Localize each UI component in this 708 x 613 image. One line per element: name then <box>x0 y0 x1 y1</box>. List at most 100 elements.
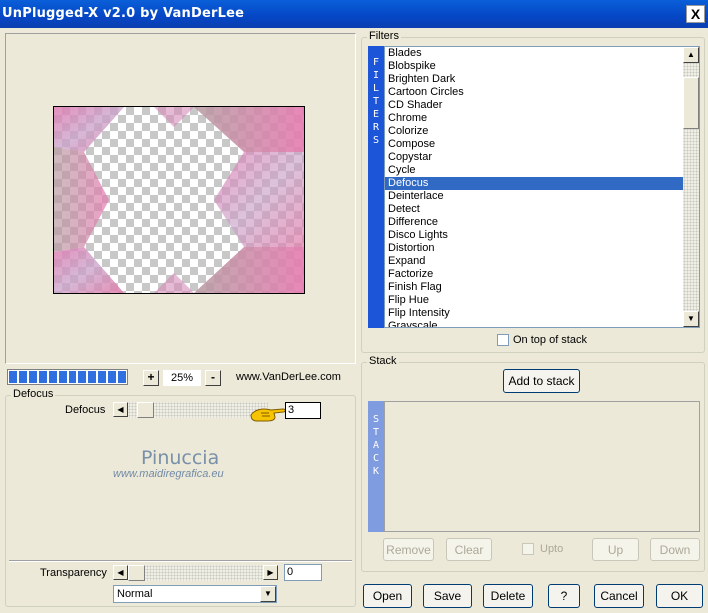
filters-side-label: FILTERS <box>368 46 384 147</box>
strip-letter: K <box>372 466 380 477</box>
delete-button[interactable]: Delete <box>483 584 533 608</box>
strip-letter: T <box>372 427 380 438</box>
website-link[interactable]: www.VanDerLee.com <box>236 371 341 383</box>
strip-letter: S <box>372 414 380 425</box>
filters-list[interactable]: Blades Blobspike Brighten Dark Cartoon Circ… <box>384 46 700 328</box>
watermark-name: Pinuccia <box>141 447 220 469</box>
filter-item[interactable]: Brighten Dark <box>385 73 683 86</box>
upto-label: Upto <box>540 543 564 555</box>
filter-item[interactable]: CD Shader <box>385 99 683 112</box>
slider-right-arrow[interactable]: ▶ <box>263 565 278 580</box>
add-to-stack-button[interactable]: Add to stack <box>503 369 580 393</box>
up-button[interactable]: Up <box>592 538 639 561</box>
strip-letter: L <box>372 83 380 94</box>
progress-segment <box>28 371 37 383</box>
slider-thumb[interactable] <box>137 402 154 418</box>
on-top-of-stack-checkbox[interactable] <box>497 334 509 346</box>
slider-left-arrow[interactable]: ◀ <box>113 402 128 417</box>
on-top-of-stack-label: On top of stack <box>513 334 587 346</box>
upto-checkbox[interactable] <box>522 543 534 555</box>
progress-segment <box>88 371 97 383</box>
zoom-level: 25% <box>163 370 201 386</box>
scroll-down-arrow[interactable]: ▼ <box>683 311 699 327</box>
progress-segment <box>78 371 87 383</box>
stack-list[interactable] <box>384 401 700 532</box>
progress-segment <box>18 371 27 383</box>
window-title: UnPlugged-X v2.0 by VanDerLee <box>2 6 245 21</box>
filter-item[interactable]: Disco Lights <box>385 229 683 242</box>
strip-letter: S <box>372 135 380 146</box>
watermark-url: www.maidiregrafica.eu <box>113 468 224 480</box>
close-button[interactable]: X <box>686 5 705 23</box>
filter-item[interactable]: Cartoon Circles <box>385 86 683 99</box>
filter-item[interactable]: Colorize <box>385 125 683 138</box>
strip-letter: E <box>372 109 380 120</box>
filter-item[interactable]: Grayscale <box>385 320 683 327</box>
chevron-down-icon[interactable]: ▼ <box>260 586 276 602</box>
filter-item[interactable]: Cycle <box>385 164 683 177</box>
filter-item[interactable]: Defocus <box>385 177 683 190</box>
pointing-hand-icon <box>249 403 287 423</box>
filter-item[interactable]: Copystar <box>385 151 683 164</box>
parameters-group-label: Defocus <box>11 388 56 400</box>
title-bar: UnPlugged-X v2.0 by VanDerLee X <box>0 0 708 28</box>
help-button[interactable]: ? <box>548 584 580 608</box>
filter-item[interactable]: Blades <box>385 47 683 60</box>
blend-mode-value: Normal <box>117 588 153 600</box>
strip-letter: A <box>372 440 380 451</box>
strip-letter: I <box>372 70 380 81</box>
filter-item[interactable]: Finish Flag <box>385 281 683 294</box>
filter-item[interactable]: Flip Intensity <box>385 307 683 320</box>
scroll-thumb[interactable] <box>683 77 699 129</box>
filter-item[interactable]: Flip Hue <box>385 294 683 307</box>
progress-fill <box>9 371 127 383</box>
cancel-button[interactable]: Cancel <box>594 584 644 608</box>
open-button[interactable]: Open <box>363 584 412 608</box>
defocus-label: Defocus <box>65 404 106 416</box>
zoom-in-button[interactable]: + <box>143 370 159 386</box>
filter-item[interactable]: Distortion <box>385 242 683 255</box>
progress-segment <box>98 371 107 383</box>
blend-mode-select[interactable]: Normal ▼ <box>113 585 277 603</box>
transparency-value-input[interactable]: 0 <box>284 564 322 581</box>
clear-button[interactable]: Clear <box>446 538 492 561</box>
progress-segment <box>9 371 17 383</box>
strip-letter: T <box>372 96 380 107</box>
filters-scrollbar[interactable]: ▲ ▼ <box>683 47 699 327</box>
filter-item[interactable]: Chrome <box>385 112 683 125</box>
progress-segment <box>68 371 77 383</box>
ok-button[interactable]: OK <box>656 584 703 608</box>
slider-track[interactable] <box>128 565 263 581</box>
preview-artwork <box>54 107 304 293</box>
filter-item[interactable]: Blobspike <box>385 60 683 73</box>
save-button[interactable]: Save <box>423 584 472 608</box>
progress-segment <box>118 371 127 383</box>
filter-item[interactable]: Compose <box>385 138 683 151</box>
slider-left-arrow[interactable]: ◀ <box>113 565 128 580</box>
transparency-slider[interactable]: ◀ ▶ <box>113 565 278 581</box>
preview-panel <box>5 33 356 364</box>
progress-segment <box>38 371 47 383</box>
down-button[interactable]: Down <box>650 538 700 561</box>
stack-group-label: Stack <box>367 355 399 367</box>
strip-letter: C <box>372 453 380 464</box>
filter-item[interactable]: Expand <box>385 255 683 268</box>
filter-item[interactable]: Detect <box>385 203 683 216</box>
progress-segment <box>108 371 117 383</box>
defocus-value-input[interactable]: 3 <box>285 402 321 419</box>
filter-item[interactable]: Deinterlace <box>385 190 683 203</box>
transparency-label: Transparency <box>40 567 107 579</box>
remove-button[interactable]: Remove <box>383 538 434 561</box>
filters-group-label: Filters <box>367 30 401 42</box>
zoom-out-button[interactable]: - <box>205 370 221 386</box>
slider-thumb[interactable] <box>128 565 145 581</box>
filter-item[interactable]: Factorize <box>385 268 683 281</box>
stack-side-label: STACK <box>368 401 384 478</box>
filters-side-strip: FILTERS <box>368 46 384 328</box>
divider <box>9 560 352 562</box>
strip-letter: R <box>372 122 380 133</box>
filter-item[interactable]: Difference <box>385 216 683 229</box>
preview-image[interactable] <box>53 106 305 294</box>
scroll-up-arrow[interactable]: ▲ <box>683 47 699 63</box>
stack-side-strip: STACK <box>368 401 384 532</box>
